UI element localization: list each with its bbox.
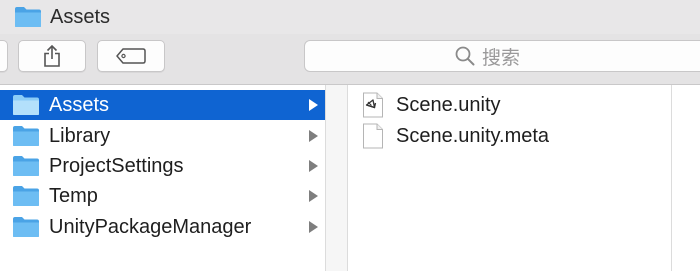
back-forward-button[interactable] xyxy=(0,40,8,72)
folder-icon xyxy=(13,186,39,206)
document-icon xyxy=(363,123,383,149)
folder-icon xyxy=(13,95,39,115)
unity-file-icon xyxy=(363,92,383,118)
search-placeholder: 搜索 xyxy=(482,46,521,69)
preview-column xyxy=(672,85,700,271)
search-field[interactable]: 搜索 xyxy=(304,40,700,72)
search-icon xyxy=(455,46,475,66)
folder-icon xyxy=(15,7,41,27)
tag-button[interactable] xyxy=(97,40,165,72)
chevron-right-icon xyxy=(309,130,318,142)
item-label: UnityPackageManager xyxy=(49,216,252,238)
list-item-temp[interactable]: Temp xyxy=(0,181,325,211)
chevron-right-icon xyxy=(309,221,318,233)
tag-icon xyxy=(116,48,146,64)
item-label: Assets xyxy=(49,94,110,116)
list-item-unitypackagemanager[interactable]: UnityPackageManager xyxy=(0,212,325,242)
toolbar: 搜索 xyxy=(0,34,700,85)
item-label: ProjectSettings xyxy=(49,155,184,177)
folder-icon xyxy=(13,126,39,146)
share-icon xyxy=(44,44,60,67)
folder-icon xyxy=(13,156,39,176)
file-column: Scene.unity Scene.unity.meta xyxy=(348,85,671,271)
item-label: Scene.unity xyxy=(396,94,501,116)
share-button[interactable] xyxy=(18,40,86,72)
folder-icon xyxy=(13,217,39,237)
list-item-projectsettings[interactable]: ProjectSettings xyxy=(0,151,325,181)
column-gutter xyxy=(326,85,347,271)
list-item-assets[interactable]: Assets xyxy=(0,90,325,120)
list-item-library[interactable]: Library xyxy=(0,121,325,151)
chevron-right-icon xyxy=(309,190,318,202)
list-item-scene-unity[interactable]: Scene.unity xyxy=(348,90,671,120)
item-label: Scene.unity.meta xyxy=(396,125,550,147)
folder-column: Assets Library ProjectSettings Temp Unit… xyxy=(0,85,325,271)
item-label: Library xyxy=(49,125,111,147)
list-item-scene-unity-meta[interactable]: Scene.unity.meta xyxy=(348,121,671,151)
chevron-right-icon xyxy=(309,160,318,172)
title-bar: Assets xyxy=(0,0,700,34)
item-label: Temp xyxy=(49,185,98,207)
chevron-right-icon xyxy=(309,99,318,111)
finder-window: Assets 搜索 Assets Library ProjectSettings… xyxy=(0,0,700,271)
window-title: Assets xyxy=(50,6,111,28)
